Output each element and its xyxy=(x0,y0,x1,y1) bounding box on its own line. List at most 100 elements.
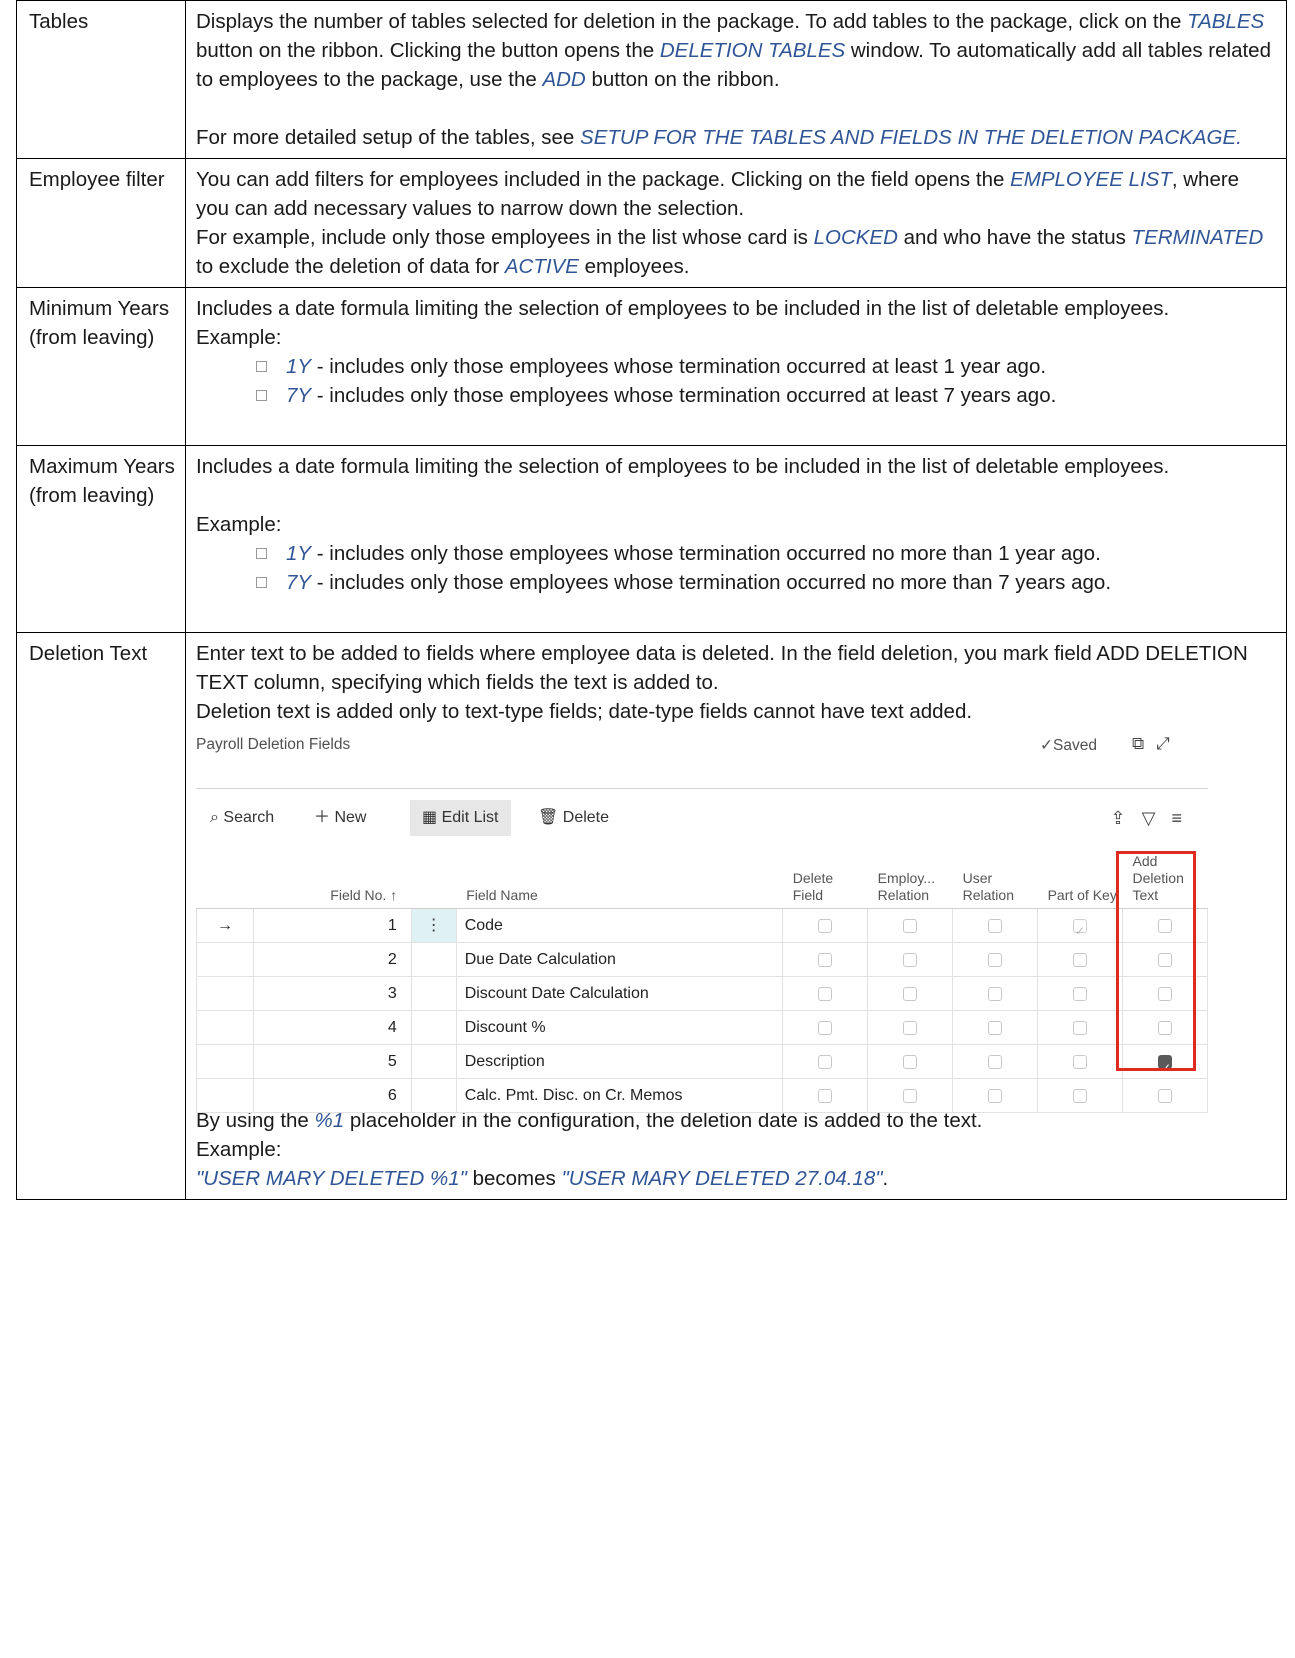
field-name-cell[interactable]: Discount Date Calculation xyxy=(456,976,784,1011)
add-deletion-text-checkbox[interactable] xyxy=(1157,1052,1172,1085)
paragraph xyxy=(196,481,1276,510)
field-no-cell[interactable]: 4 xyxy=(253,1010,412,1045)
table-row: Deletion Text Enter text to be added to f… xyxy=(16,632,1287,1200)
delete-field-checkbox[interactable] xyxy=(818,952,833,967)
text-run: and who have the status xyxy=(897,226,1132,249)
field-no-cell[interactable]: 5 xyxy=(253,1044,412,1079)
emphasis-text: EMPLOYEE LIST xyxy=(1010,168,1172,191)
field-name-cell[interactable]: Due Date Calculation xyxy=(456,942,784,977)
text-run: For more detailed setup of the tables, s… xyxy=(196,126,581,149)
user-relation-checkbox[interactable] xyxy=(988,1088,1003,1103)
add-deletion-text-checkbox[interactable] xyxy=(1157,952,1172,967)
user-relation-checkbox[interactable] xyxy=(988,1054,1003,1069)
column-employ-relation[interactable]: Employ... Relation xyxy=(867,850,953,909)
delete-field-checkbox[interactable] xyxy=(818,1054,833,1069)
row-selector[interactable]: → xyxy=(196,908,254,943)
text-run: - includes only those employees whose te… xyxy=(311,384,1057,407)
emphasis-text: DELETION TABLES xyxy=(659,39,846,62)
table-row[interactable]: → 1 ⋮ Code xyxy=(196,908,1209,948)
search-button[interactable]: ⌕ Search xyxy=(210,800,274,836)
employ-relation-cell xyxy=(867,976,954,1011)
row-selector[interactable] xyxy=(196,942,254,977)
row-selector[interactable] xyxy=(196,1044,254,1079)
row-menu[interactable]: ⋮ xyxy=(411,908,457,943)
row-selector[interactable] xyxy=(196,1010,254,1045)
delete-field-checkbox[interactable] xyxy=(818,918,833,933)
table-row[interactable]: 6 Calc. Pmt. Disc. on Cr. Memos xyxy=(196,1078,1209,1113)
row-menu[interactable] xyxy=(411,1044,457,1079)
delete-field-checkbox[interactable] xyxy=(818,986,833,1001)
user-relation-cell xyxy=(952,942,1039,977)
table-row[interactable]: 3 Discount Date Calculation xyxy=(196,976,1209,1011)
column-delete-field[interactable]: Delete Field xyxy=(782,850,868,909)
new-button[interactable]: ＋ New xyxy=(314,800,366,836)
column-field-name[interactable]: Field Name xyxy=(456,850,783,909)
row-menu[interactable] xyxy=(411,976,457,1011)
paragraph: Example: xyxy=(196,323,1276,352)
column-part-of-key[interactable]: Part of Key xyxy=(1037,850,1123,909)
field-no-cell[interactable]: 2 xyxy=(253,942,412,977)
paragraph: Enter text to be added to fields where e… xyxy=(196,639,1276,697)
row-menu[interactable] xyxy=(411,1010,457,1045)
text-run: Example: xyxy=(196,326,282,349)
delete-button[interactable]: 🗑 Delete xyxy=(538,800,609,836)
user-relation-cell xyxy=(952,976,1039,1011)
field-no-cell[interactable]: 6 xyxy=(253,1078,412,1113)
table-row[interactable]: 4 Discount % xyxy=(196,1010,1209,1045)
text-run: becomes xyxy=(466,1167,562,1190)
field-name-cell[interactable]: Discount % xyxy=(456,1010,784,1045)
more-options-icon[interactable]: ⋮ xyxy=(426,917,442,934)
search-icon: ⌕ xyxy=(210,809,219,826)
user-relation-cell xyxy=(952,1078,1039,1113)
part-of-key-cell xyxy=(1037,1044,1123,1079)
employ-relation-checkbox[interactable] xyxy=(903,918,918,933)
edit-list-button[interactable]: ▦ Edit List xyxy=(410,800,511,836)
user-relation-checkbox[interactable] xyxy=(988,1020,1003,1035)
list-view-icon[interactable]: ≡ xyxy=(1171,808,1198,828)
table-row[interactable]: 2 Due Date Calculation xyxy=(196,942,1209,977)
paragraph: Includes a date formula limiting the sel… xyxy=(196,294,1276,323)
emphasis-text: 1Y xyxy=(286,542,312,565)
column-user-relation[interactable]: User Relation xyxy=(952,850,1038,909)
part-of-key-checkbox xyxy=(1073,915,1088,948)
expand-icon[interactable]: ⤢ xyxy=(1156,734,1182,753)
open-in-new-window-icon[interactable]: ⧉ xyxy=(1132,734,1156,753)
add-deletion-text-checkbox[interactable] xyxy=(1157,1020,1172,1035)
field-name-cell[interactable]: Code xyxy=(456,908,784,943)
share-icon[interactable]: ⇪ xyxy=(1111,808,1142,828)
add-deletion-text-checkbox[interactable] xyxy=(1157,986,1172,1001)
row-menu[interactable] xyxy=(411,1078,457,1113)
employ-relation-checkbox[interactable] xyxy=(903,986,918,1001)
add-deletion-text-cell xyxy=(1122,976,1209,1011)
add-deletion-text-cell xyxy=(1122,1044,1209,1085)
list-item: 1Y - includes only those employees whose… xyxy=(256,539,1276,568)
column-field-no[interactable]: Field No. ↑ xyxy=(253,850,412,909)
table-row[interactable]: 5 Description xyxy=(196,1044,1209,1085)
column-add-deletion-text[interactable]: Add Deletion Text xyxy=(1122,850,1208,909)
field-name-cell[interactable]: Calc. Pmt. Disc. on Cr. Memos xyxy=(456,1078,784,1113)
delete-field-checkbox[interactable] xyxy=(818,1088,833,1103)
row-selector[interactable] xyxy=(196,1078,254,1113)
text-run: - includes only those employees whose te… xyxy=(311,571,1112,594)
part-of-key-checkbox xyxy=(1073,1020,1088,1035)
user-relation-checkbox[interactable] xyxy=(988,918,1003,933)
field-no-cell[interactable]: 1 xyxy=(253,908,412,943)
add-deletion-text-checkbox[interactable] xyxy=(1157,918,1172,933)
field-name-cell[interactable]: Description xyxy=(456,1044,784,1079)
row-menu[interactable] xyxy=(411,942,457,977)
paragraph: You can add filters for employees includ… xyxy=(196,165,1276,223)
filter-icon[interactable]: ▽ xyxy=(1142,808,1172,828)
text-run: - includes only those employees whose te… xyxy=(311,542,1101,565)
text-run: to exclude the deletion of data for xyxy=(196,255,505,278)
row-selector[interactable] xyxy=(196,976,254,1011)
user-relation-checkbox[interactable] xyxy=(988,952,1003,967)
user-relation-checkbox[interactable] xyxy=(988,986,1003,1001)
employ-relation-checkbox[interactable] xyxy=(903,1088,918,1103)
add-deletion-text-checkbox[interactable] xyxy=(1157,1088,1172,1103)
employ-relation-checkbox[interactable] xyxy=(903,1020,918,1035)
field-no-cell[interactable]: 3 xyxy=(253,976,412,1011)
new-label: New xyxy=(334,809,367,826)
employ-relation-checkbox[interactable] xyxy=(903,1054,918,1069)
delete-field-checkbox[interactable] xyxy=(818,1020,833,1035)
employ-relation-checkbox[interactable] xyxy=(903,952,918,967)
